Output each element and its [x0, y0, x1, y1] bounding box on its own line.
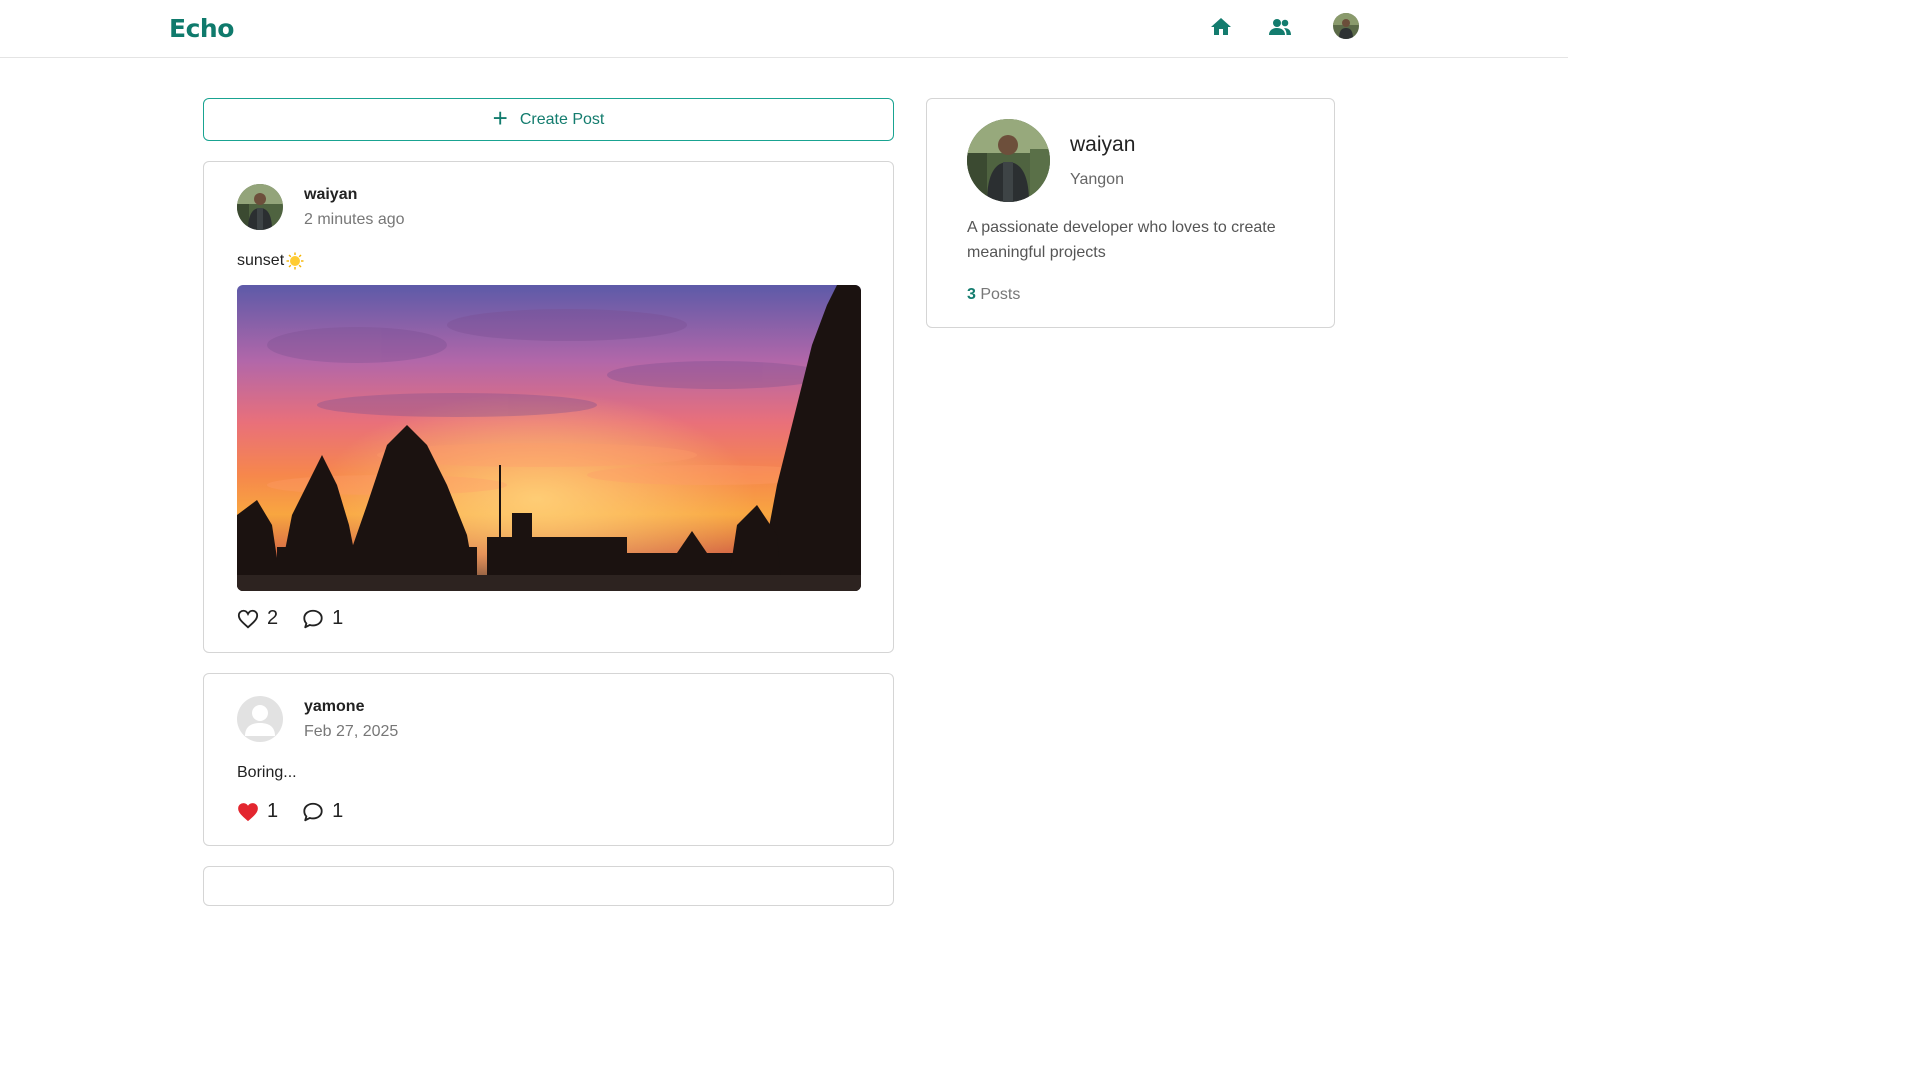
post-text: Boring... — [237, 764, 297, 781]
create-post-label: Create Post — [519, 110, 605, 128]
post-timestamp: 2 minutes ago — [304, 211, 405, 228]
post-author-avatar[interactable] — [237, 184, 283, 230]
like-button[interactable]: 1 — [237, 800, 278, 823]
comment-button[interactable]: 1 — [302, 607, 343, 630]
post-actions: 2 1 — [237, 607, 343, 630]
profile-post-count[interactable]: 3 Posts — [967, 286, 1020, 304]
heart-icon — [237, 609, 259, 628]
post-image-sunset[interactable] — [237, 285, 861, 591]
profile-name[interactable]: waiyan — [1070, 133, 1135, 157]
create-post-button[interactable]: + Create Post — [203, 98, 894, 141]
post-card — [203, 866, 894, 906]
brand-logo[interactable]: Echo — [169, 14, 234, 43]
friends-icon[interactable] — [1268, 15, 1292, 39]
comment-icon — [303, 802, 323, 821]
post-author-name[interactable]: waiyan — [304, 186, 357, 204]
profile-card: waiyan Yangon A passionate developer who… — [926, 98, 1335, 328]
post-author-name[interactable]: yamone — [304, 698, 364, 716]
post-content: sunset — [237, 252, 304, 270]
profile-avatar[interactable] — [967, 119, 1050, 202]
comment-icon — [303, 609, 323, 628]
home-icon[interactable] — [1209, 15, 1233, 39]
top-navbar: Echo — [0, 0, 1568, 58]
post-timestamp: Feb 27, 2025 — [304, 723, 399, 740]
post-count-label: Posts — [980, 286, 1021, 303]
plus-icon: + — [492, 103, 508, 133]
like-count: 2 — [267, 607, 279, 629]
profile-bio: A passionate developer who loves to crea… — [967, 219, 1276, 261]
comment-count: 1 — [332, 800, 344, 822]
post-card: waiyan 2 minutes ago sunset 2 1 — [203, 161, 894, 653]
comment-button[interactable]: 1 — [302, 800, 343, 823]
post-count-number: 3 — [967, 286, 976, 303]
heart-filled-icon — [238, 802, 258, 821]
sun-emoji — [286, 252, 304, 270]
post-card: yamone Feb 27, 2025 Boring... 1 1 — [203, 673, 894, 846]
like-count: 1 — [267, 800, 279, 822]
like-button[interactable]: 2 — [237, 607, 278, 630]
user-avatar[interactable] — [1333, 13, 1359, 39]
profile-location: Yangon — [1070, 171, 1124, 188]
comment-count: 1 — [332, 607, 344, 629]
post-author-avatar[interactable] — [237, 696, 283, 742]
post-actions: 1 1 — [237, 800, 343, 823]
post-text: sunset — [237, 252, 285, 269]
